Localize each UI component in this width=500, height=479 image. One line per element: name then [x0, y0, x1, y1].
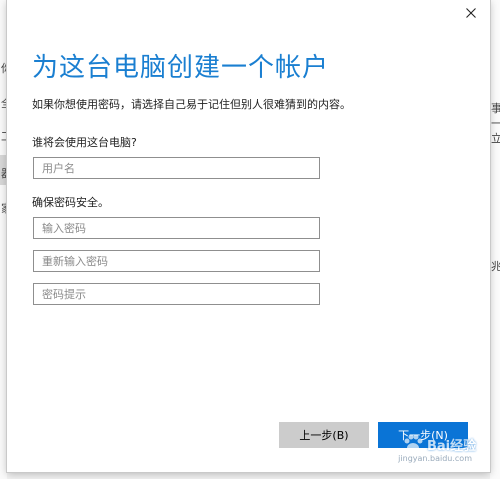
baidu-paw-icon	[404, 434, 423, 453]
background-text-fragment: 事	[491, 102, 500, 115]
watermark-url: jingyan.baidu.com	[398, 454, 472, 463]
description-text: 如果你想使用密码，请选择自己易于记住但别人很难猜到的内容。	[32, 98, 351, 111]
close-icon	[466, 8, 476, 18]
password-input[interactable]	[33, 217, 320, 239]
background-text-fragment: 兆	[491, 260, 500, 273]
username-input[interactable]	[33, 157, 320, 179]
back-button[interactable]: 上一步(B)	[279, 422, 369, 448]
close-button[interactable]	[458, 2, 484, 24]
background-right-strip	[490, 0, 500, 479]
watermark-text: Bai经验	[427, 438, 477, 454]
who-label: 谁将会使用这台电脑?	[32, 136, 137, 149]
security-label: 确保密码安全。	[32, 196, 109, 209]
reenter-password-input[interactable]	[33, 250, 320, 272]
page-title: 为这台电脑创建一个帐户	[32, 53, 330, 83]
background-text-fragment: 立	[491, 132, 500, 145]
password-hint-input[interactable]	[33, 283, 320, 305]
create-account-dialog: 为这台电脑创建一个帐户 如果你想使用密码，请选择自己易于记住但别人很难猜到的内容…	[7, 0, 490, 472]
background-text-fragment: 一	[491, 117, 500, 130]
